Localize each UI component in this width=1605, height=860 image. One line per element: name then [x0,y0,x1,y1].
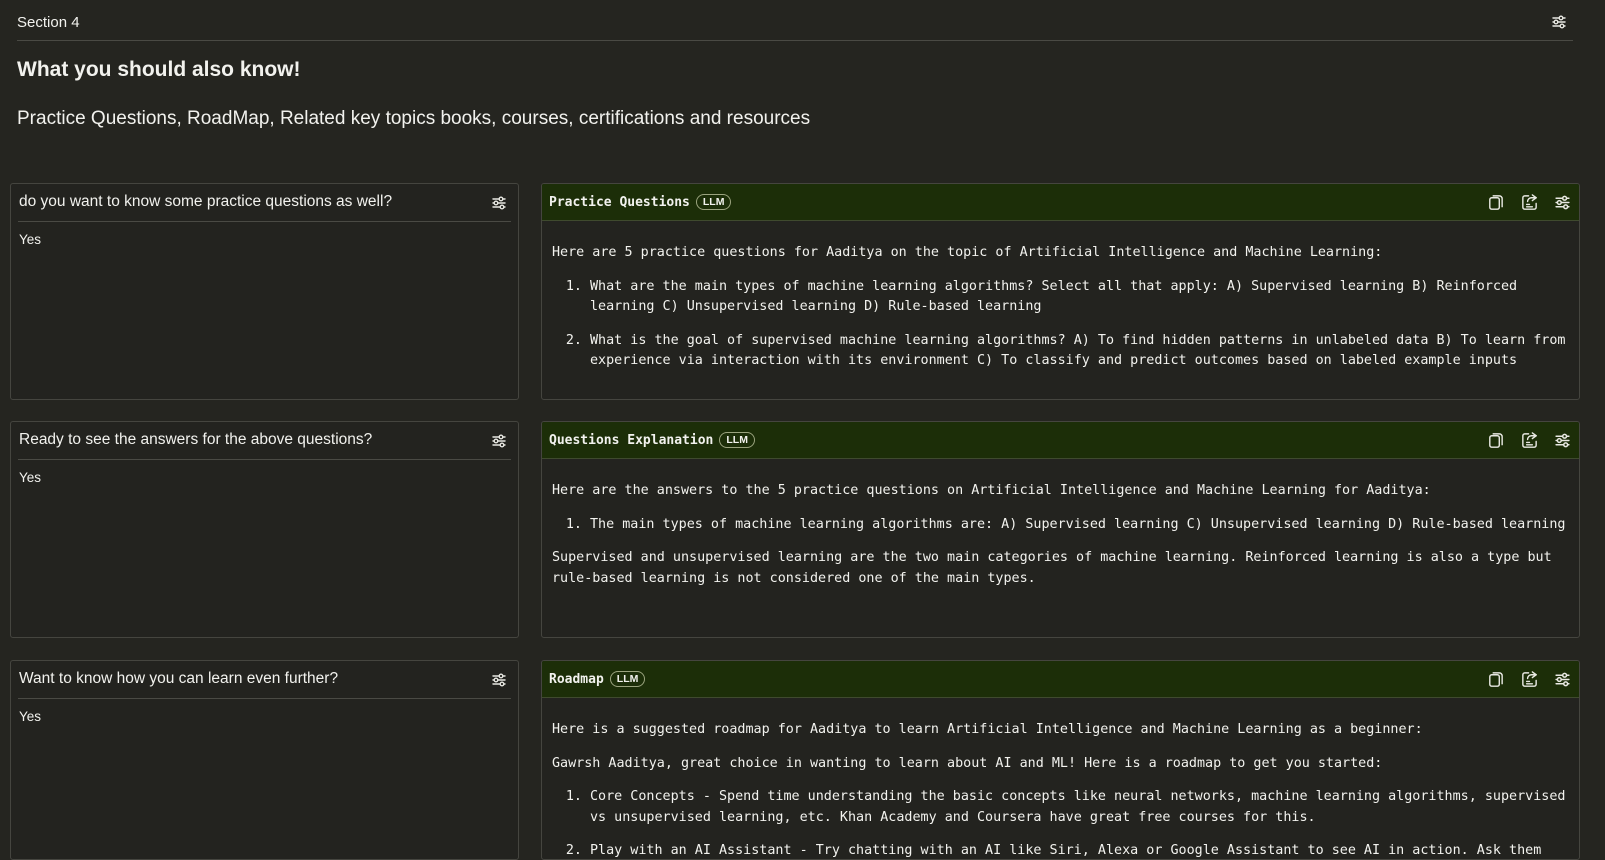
output-intro: Here are 5 practice questions for Aadity… [552,245,1383,260]
question-card-practice: do you want to know some practice questi… [10,183,519,400]
list-item: What is the goal of supervised machine l… [590,331,1567,372]
question-label: Want to know how you can learn even furt… [19,670,339,687]
copy-icon[interactable] [1486,193,1505,212]
question-answer-value[interactable]: Yes [19,232,41,247]
list-item: The main types of machine learning algor… [590,515,1567,536]
output-card-title: Roadmap LLM [549,671,646,687]
section-title: Section 4 [17,14,80,31]
output-list: What are the main types of machine learn… [552,277,1567,372]
question-card-answers: Ready to see the answers for the above q… [10,421,519,638]
page-subheading: Practice Questions, RoadMap, Related key… [17,108,811,129]
copy-icon[interactable] [1486,670,1505,689]
list-item: Core Concepts - Spend time understanding… [590,787,1567,828]
output-card-questions-explanation: Questions Explanation LLM Here are the an… [541,421,1580,638]
llm-badge: LLM [695,194,732,210]
output-intro: Here are the answers to the 5 practice q… [552,483,1431,498]
question-answer-value[interactable]: Yes [19,470,41,485]
question-card-learn-further: Want to know how you can learn even furt… [10,660,519,860]
output-card-actions [1486,431,1571,450]
output-card-actions [1486,193,1571,212]
output-card-header: Roadmap LLM [542,661,1579,698]
copy-icon[interactable] [1486,431,1505,450]
question-card-header: do you want to know some practice questi… [18,184,511,222]
llm-badge: LLM [719,432,755,448]
question-answer-value[interactable]: Yes [19,709,41,724]
output-title-text: Roadmap [549,672,604,687]
output-card-body: Here are the answers to the 5 practice q… [552,459,1567,637]
sliders-icon[interactable] [1554,194,1571,211]
output-card-header: Practice Questions LLM [542,184,1579,221]
output-list: The main types of machine learning algor… [552,515,1567,536]
share-icon[interactable] [1520,670,1539,689]
list-item: What are the main types of machine learn… [590,277,1567,318]
list-item: Play with an AI Assistant - Try chatting… [590,841,1567,859]
question-label: Ready to see the answers for the above q… [19,431,373,448]
output-title-text: Practice Questions [549,195,690,210]
sliders-icon[interactable] [491,433,507,449]
output-card-header: Questions Explanation LLM [542,422,1579,459]
sliders-icon[interactable] [1551,14,1567,30]
output-list: Core Concepts - Spend time understanding… [552,787,1567,859]
output-paragraph: Gawrsh Aaditya, great choice in wanting … [552,755,1383,771]
output-title-text: Questions Explanation [549,433,714,448]
output-paragraph: Supervised and unsupervised learning are… [552,550,1552,586]
question-card-header: Ready to see the answers for the above q… [18,422,511,460]
output-card-body: Here are 5 practice questions for Aadity… [552,221,1567,399]
sliders-icon[interactable] [1554,432,1571,449]
sliders-icon[interactable] [491,195,507,211]
output-card-body: Here is a suggested roadmap for Aaditya … [552,698,1567,859]
output-card-title: Practice Questions LLM [549,194,732,210]
section-header: Section 4 [17,0,1573,41]
page-heading: What you should also know! [17,58,301,81]
question-card-header: Want to know how you can learn even furt… [18,661,511,699]
output-card-title: Questions Explanation LLM [549,432,755,448]
output-card-practice-questions: Practice Questions LLM Here are 5 practic… [541,183,1580,400]
llm-badge: LLM [609,671,646,687]
sliders-icon[interactable] [1554,671,1571,688]
output-card-roadmap: Roadmap LLM Here is a suggested roadmap f… [541,660,1580,860]
output-intro: Here is a suggested roadmap for Aaditya … [552,722,1423,737]
question-label: do you want to know some practice questi… [19,193,393,210]
output-card-actions [1486,670,1571,689]
sliders-icon[interactable] [491,672,507,688]
share-icon[interactable] [1520,193,1539,212]
share-icon[interactable] [1520,431,1539,450]
